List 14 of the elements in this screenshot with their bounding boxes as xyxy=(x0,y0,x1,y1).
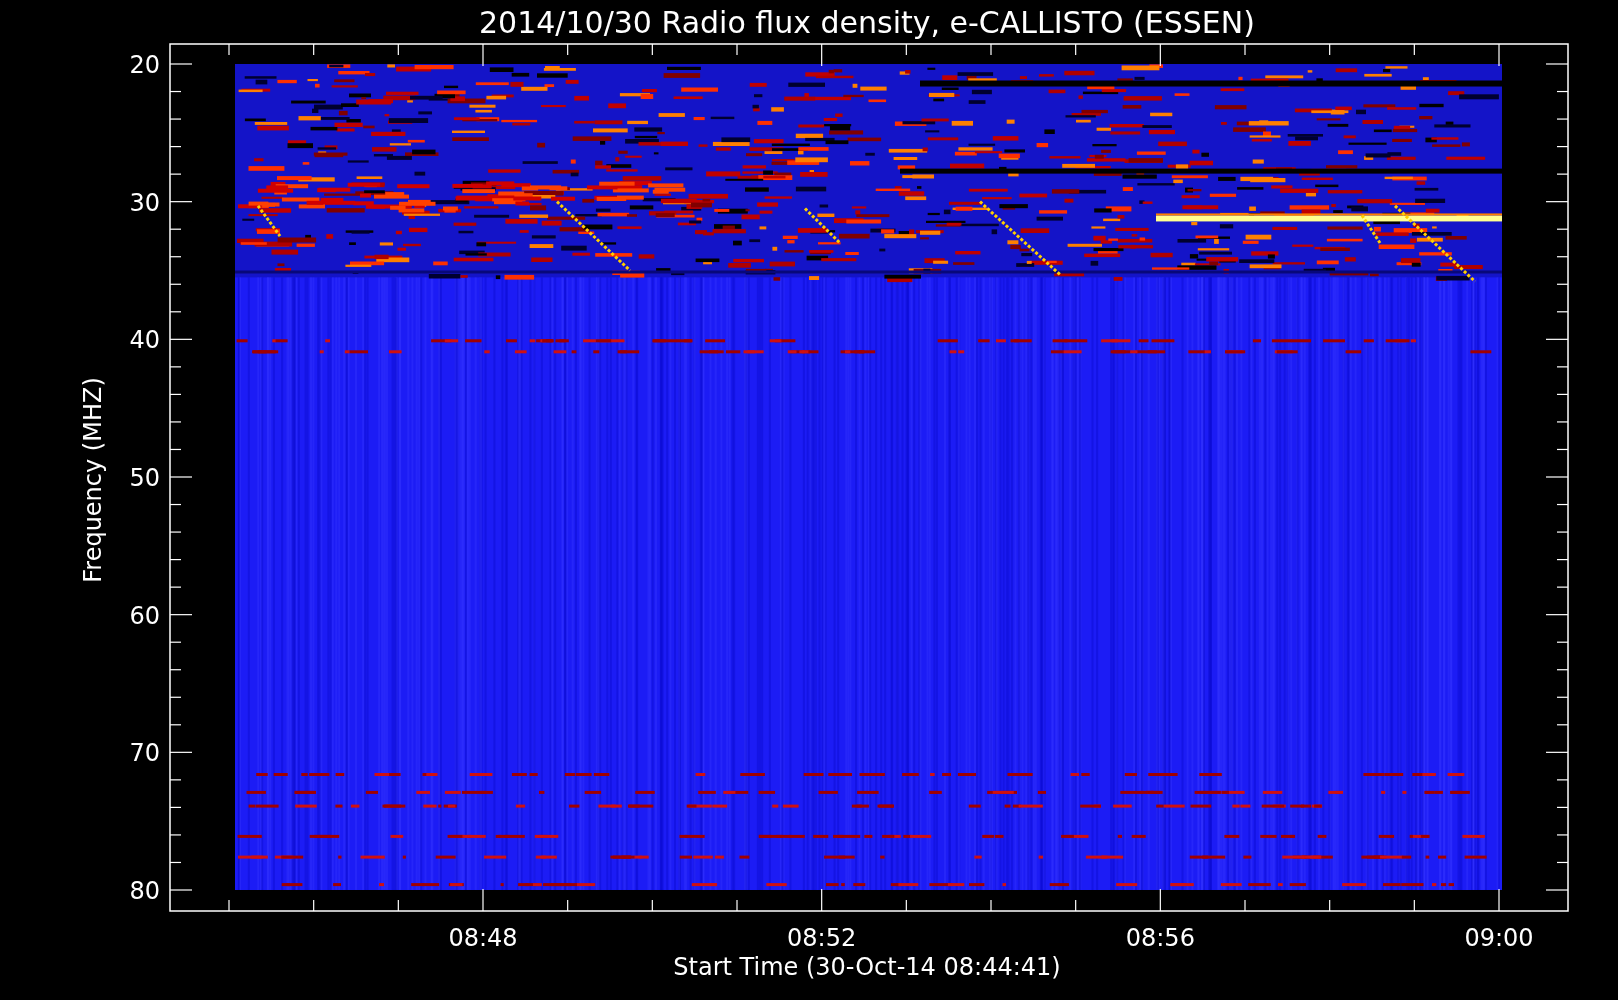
x-tick-label: 08:52 xyxy=(787,924,857,952)
x-tick-label: 09:00 xyxy=(1464,924,1534,952)
y-tick-label: 30 xyxy=(129,188,160,217)
y-tick-label: 20 xyxy=(129,51,160,79)
x-axis-title: Start Time (30-Oct-14 08:44:41) xyxy=(673,953,1061,981)
y-tick-label: 60 xyxy=(129,601,160,630)
y-tick-label: 80 xyxy=(129,877,160,905)
y-tick-label: 40 xyxy=(129,326,160,355)
x-tick-label: 08:56 xyxy=(1125,924,1195,952)
y-tick-label: 70 xyxy=(129,739,160,768)
y-tick-label: 50 xyxy=(129,464,160,492)
plot-title: 2014/10/30 Radio flux density, e-CALLISTO (ESSEN) xyxy=(479,5,1255,40)
y-axis-title: Frequency (MHZ) xyxy=(79,377,107,583)
x-tick-label: 08:48 xyxy=(448,924,518,952)
